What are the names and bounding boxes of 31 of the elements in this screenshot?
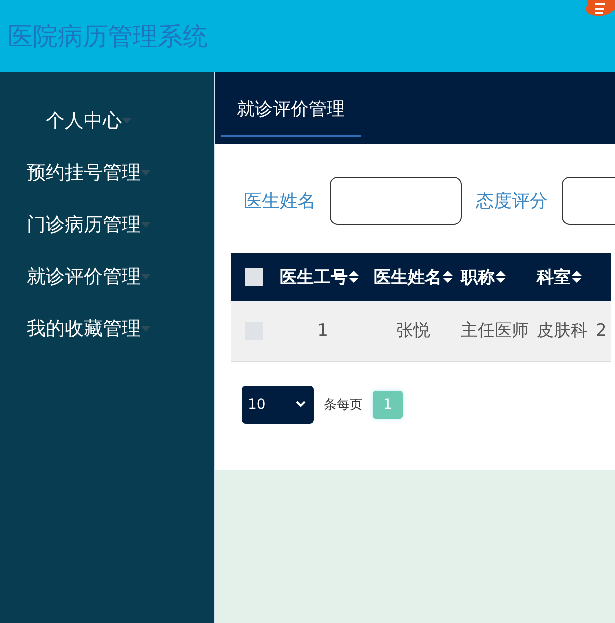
sort-icon (349, 271, 359, 283)
filter-label: 态度评分 (476, 190, 548, 213)
caret-icon (141, 274, 151, 280)
checkbox[interactable] (244, 268, 262, 286)
column-header[interactable]: 医生工号 (276, 266, 363, 288)
caret-icon (141, 170, 151, 176)
sidebar-item[interactable]: 预约挂号管理 (0, 156, 214, 190)
page-size-label: 条每页 (324, 396, 363, 414)
table-cell: 2 (592, 301, 611, 361)
sort-icon (443, 271, 453, 283)
sidebar-item[interactable]: 门诊病历管理 (0, 208, 214, 242)
table-cell: 1 (276, 301, 370, 361)
column-header[interactable]: 职称 (457, 266, 510, 288)
caret-icon (141, 222, 151, 228)
sidebar-item[interactable]: 就诊评价管理 (0, 260, 214, 294)
sort-icon (572, 271, 582, 283)
chevron-down-icon (296, 401, 306, 408)
filter-label: 医生姓名 (244, 190, 316, 213)
column-header[interactable]: 医生姓名 (370, 266, 457, 288)
sort-icon (496, 271, 506, 283)
sidebar-item[interactable]: 我的收藏管理 (0, 312, 214, 346)
caret-icon (122, 118, 132, 124)
page-size-select[interactable]: 10 (242, 386, 314, 424)
app-title: 医院病历管理系统 (8, 20, 208, 52)
caret-icon (141, 326, 151, 332)
table-cell: 皮肤科 (533, 301, 592, 361)
input-field[interactable] (330, 177, 462, 225)
table-cell: 张悦 (370, 301, 457, 361)
sidebar-item[interactable]: 个人中心 (0, 104, 214, 138)
column-header[interactable]: 科室 (533, 266, 586, 288)
table-cell: 主任医师 (457, 301, 533, 361)
